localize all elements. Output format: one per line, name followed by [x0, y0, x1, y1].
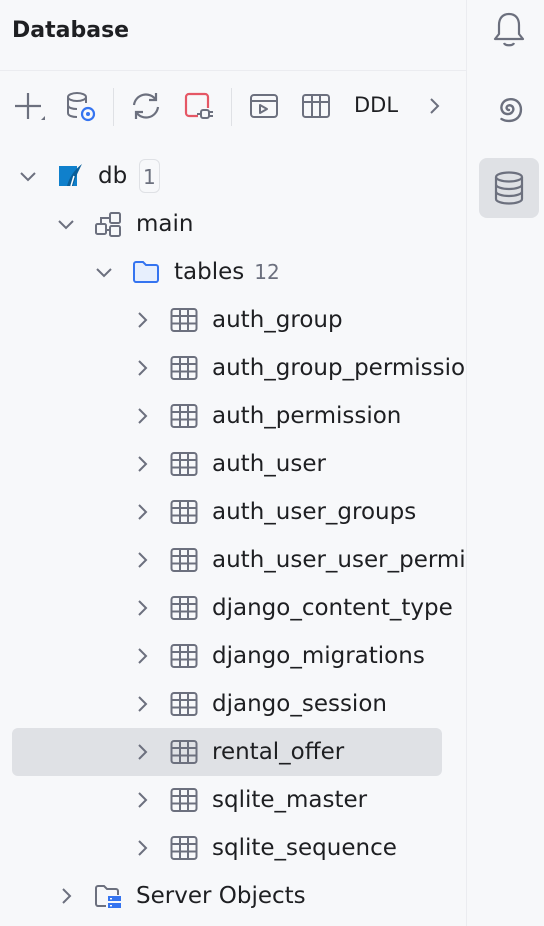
table-row[interactable]: auth_group: [0, 296, 466, 344]
table-name: django_content_type: [212, 595, 453, 621]
chevron-right-icon[interactable]: [54, 884, 78, 908]
table-name: sqlite_master: [212, 787, 368, 813]
schema-icon: [95, 212, 121, 237]
refresh-button[interactable]: [126, 86, 166, 126]
ai-assistant-button[interactable]: [479, 78, 539, 138]
table-row[interactable]: auth_group_permissions: [0, 344, 466, 392]
table-icon: [170, 404, 198, 428]
refresh-icon: [132, 93, 160, 119]
table-row[interactable]: auth_user_groups: [0, 488, 466, 536]
database-icon: [494, 171, 524, 205]
toolbar-overflow-button[interactable]: [414, 86, 454, 126]
table-row[interactable]: auth_user_user_permissions: [0, 536, 466, 584]
datasource-badge: 1: [139, 159, 160, 193]
chevron-down-icon[interactable]: [92, 260, 116, 284]
chevron-down-icon[interactable]: [54, 212, 78, 236]
open-query-console-button[interactable]: [244, 86, 284, 126]
table-icon: [170, 836, 198, 860]
table-row[interactable]: django_content_type: [0, 584, 466, 632]
schema-label: main: [136, 211, 194, 237]
table-name: auth_user_groups: [212, 499, 417, 525]
chevron-right-icon[interactable]: [130, 548, 154, 572]
table-icon: [170, 548, 198, 572]
right-tool-stripe: [466, 0, 544, 926]
table-icon: [170, 452, 198, 476]
table-row[interactable]: auth_permission: [0, 392, 466, 440]
tree-node-tables-folder[interactable]: tables 12: [0, 248, 466, 296]
chevron-right-icon[interactable]: [130, 356, 154, 380]
chevron-right-icon: [430, 98, 440, 114]
chevron-right-icon[interactable]: [130, 596, 154, 620]
datasource-label: db: [98, 163, 128, 189]
table-name: sqlite_sequence: [212, 835, 397, 861]
table-row[interactable]: django_migrations: [0, 632, 466, 680]
chevron-right-icon[interactable]: [130, 404, 154, 428]
datasource-properties-button[interactable]: [60, 86, 100, 126]
ddl-button[interactable]: DDL: [354, 93, 398, 117]
table-icon: [170, 644, 198, 668]
table-icon: [170, 308, 198, 332]
notifications-button[interactable]: [479, 0, 539, 60]
chevron-right-icon[interactable]: [130, 692, 154, 716]
table-name: django_session: [212, 691, 387, 717]
chevron-right-icon[interactable]: [130, 836, 154, 860]
table-row[interactable]: auth_user: [0, 440, 466, 488]
table-icon: [170, 596, 198, 620]
server-objects-icon: [95, 885, 121, 908]
table-name: auth_group_permissions: [212, 355, 466, 381]
server-objects-label: Server Objects: [136, 883, 306, 909]
table-icon: [170, 692, 198, 716]
table-name: django_migrations: [212, 643, 425, 669]
table-name: rental_offer: [212, 739, 345, 765]
table-row[interactable]: sqlite_master: [0, 776, 466, 824]
table-editor-button[interactable]: [296, 86, 336, 126]
tables-count: 12: [254, 260, 280, 284]
database-settings-icon: [67, 92, 96, 122]
tree-node-server-objects[interactable]: Server Objects: [0, 872, 466, 920]
chevron-right-icon[interactable]: [130, 308, 154, 332]
database-tool-window: Database DDL db 1 main tables 12 auth_gr…: [0, 0, 466, 926]
sqlite-icon: [59, 164, 82, 187]
chevron-right-icon[interactable]: [130, 500, 154, 524]
table-name: auth_user_user_permissions: [212, 547, 466, 573]
table-icon: [170, 356, 198, 380]
table-icon: [170, 788, 198, 812]
table-icon: [302, 94, 330, 118]
tables-folder-label: tables 12: [174, 259, 280, 285]
console-icon: [250, 94, 278, 118]
table-icon: [170, 500, 198, 524]
new-button[interactable]: [8, 86, 48, 126]
swirl-icon: [500, 98, 523, 123]
tree-node-datasource[interactable]: db 1: [0, 152, 466, 200]
disconnect-button[interactable]: [178, 86, 218, 126]
folder-icon: [133, 261, 159, 283]
table-icon: [170, 740, 198, 764]
chevron-right-icon[interactable]: [130, 788, 154, 812]
chevron-right-icon[interactable]: [130, 452, 154, 476]
panel-title: Database: [12, 18, 130, 43]
table-row[interactable]: django_session: [0, 680, 466, 728]
table-row[interactable]: rental_offer: [0, 728, 466, 776]
table-row[interactable]: sqlite_sequence: [0, 824, 466, 872]
bell-icon: [493, 12, 525, 47]
chevron-right-icon[interactable]: [130, 740, 154, 764]
table-name: auth_group: [212, 307, 343, 333]
table-name: auth_user: [212, 451, 326, 477]
plus-icon: [15, 93, 45, 120]
tree-node-schema[interactable]: main: [0, 200, 466, 248]
chevron-down-icon[interactable]: [16, 164, 40, 188]
database-tool-button[interactable]: [479, 158, 539, 218]
disconnect-icon: [184, 92, 213, 120]
chevron-right-icon[interactable]: [130, 644, 154, 668]
table-name: auth_permission: [212, 403, 402, 429]
